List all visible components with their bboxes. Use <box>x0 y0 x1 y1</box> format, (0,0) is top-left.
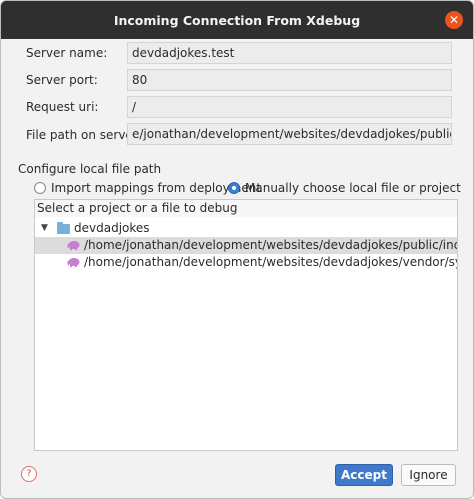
tree-file-row[interactable]: /home/jonathan/development/websites/devd… <box>35 254 457 271</box>
server-port-label: Server port: <box>26 73 98 87</box>
radio-manual-choose[interactable]: Manually choose local file or project <box>228 181 461 195</box>
radio-button-icon[interactable] <box>34 182 46 194</box>
file-path-item: /home/jonathan/development/websites/devd… <box>84 238 457 252</box>
tree-header: Select a project or a file to debug <box>35 200 457 217</box>
ignore-button[interactable]: Ignore <box>401 464 456 486</box>
tree-project-row[interactable]: ▼ devdadjokes <box>35 220 457 237</box>
php-elephant-icon <box>67 241 80 250</box>
php-elephant-icon <box>67 258 80 267</box>
window-title: Incoming Connection From Xdebug <box>113 12 361 28</box>
close-icon[interactable]: ✕ <box>445 11 463 29</box>
file-path-label: File path on server: <box>26 128 142 142</box>
radio-button-checked-icon[interactable] <box>228 182 240 194</box>
project-name: devdadjokes <box>74 221 150 235</box>
accept-button[interactable]: Accept <box>335 464 393 486</box>
request-uri-field[interactable]: / <box>127 96 452 118</box>
tree-file-row[interactable]: /home/jonathan/development/websites/devd… <box>35 237 457 254</box>
chevron-down-icon[interactable]: ▼ <box>41 220 48 237</box>
server-name-label: Server name: <box>26 46 108 60</box>
incoming-connection-dialog: Incoming Connection From Xdebug ✕ Server… <box>0 0 474 499</box>
help-icon[interactable]: ? <box>21 466 37 482</box>
configure-local-path-title: Configure local file path <box>18 162 162 176</box>
server-port-field[interactable]: 80 <box>127 69 452 91</box>
radio-import-mappings[interactable]: Import mappings from deployment <box>34 181 261 195</box>
file-path-item: /home/jonathan/development/websites/devd… <box>84 255 457 269</box>
file-path-field[interactable]: e/jonathan/development/websites/devdadjo… <box>127 123 452 145</box>
request-uri-label: Request uri: <box>26 100 99 114</box>
folder-icon <box>57 222 70 234</box>
project-file-tree[interactable]: Select a project or a file to debug ▼ de… <box>34 199 458 451</box>
radio-manual-choose-label: Manually choose local file or project <box>245 181 461 195</box>
title-bar: Incoming Connection From Xdebug ✕ <box>1 1 473 39</box>
server-name-field[interactable]: devdadjokes.test <box>127 42 452 64</box>
